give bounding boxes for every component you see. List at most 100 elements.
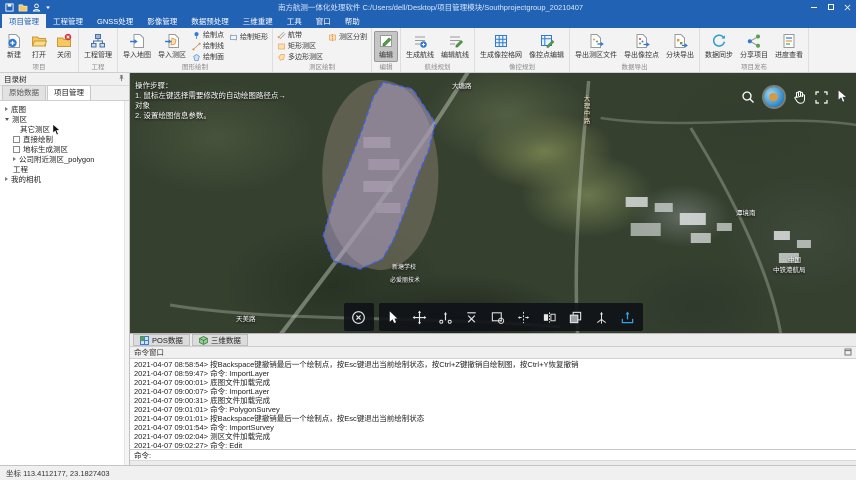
rect-survey-button[interactable]: 矩形测区 bbox=[275, 41, 325, 51]
tab-pos-data[interactable]: POS数据 bbox=[133, 334, 190, 346]
chevron-right-icon[interactable] bbox=[5, 177, 8, 181]
new-document-icon bbox=[6, 33, 22, 49]
tab-window[interactable]: 窗口 bbox=[309, 14, 338, 28]
tab-3d-reconstruction[interactable]: 三维重建 bbox=[236, 14, 280, 28]
draw-polygon-button[interactable]: 绘制面 bbox=[190, 52, 226, 62]
sidebar-tab-bar: 原始数据 项目管理 bbox=[0, 86, 129, 101]
import-map-icon bbox=[129, 33, 145, 49]
insert-vertex-button[interactable] bbox=[433, 304, 459, 330]
close-edit-toolbar-button[interactable] bbox=[346, 304, 372, 330]
tab-image-management[interactable]: 影像管理 bbox=[140, 14, 184, 28]
ribbon-group-survey-drawing: 航带 矩形测区 多边形测区 测区分割 bbox=[273, 28, 372, 72]
buildings bbox=[626, 197, 811, 263]
shape-settings-button[interactable] bbox=[485, 304, 511, 330]
dropdown-icon[interactable] bbox=[45, 5, 51, 10]
map-label-china: 中国 bbox=[788, 254, 801, 264]
data-sync-button[interactable]: 数据同步 bbox=[702, 31, 736, 62]
ribbon-group-publish: 数据同步 分享项目 进度查看 项目发布 bbox=[700, 28, 809, 72]
checkbox-unchecked[interactable] bbox=[13, 136, 20, 143]
sidebar-tab-raw-data[interactable]: 原始数据 bbox=[2, 85, 46, 100]
map-label-dali-middle-road: 大理中路 bbox=[580, 95, 590, 125]
globe-icon bbox=[764, 87, 784, 107]
close-folder-icon bbox=[56, 33, 72, 49]
import-map-button[interactable]: 导入地图 bbox=[120, 31, 154, 62]
export-tool-button[interactable] bbox=[615, 304, 641, 330]
draw-point-button[interactable]: 绘制点 bbox=[190, 30, 226, 40]
tab-3d-data[interactable]: 三维数据 bbox=[192, 334, 248, 346]
generate-route-button[interactable]: 生成航线 bbox=[403, 31, 437, 62]
tab-tools[interactable]: 工具 bbox=[280, 14, 309, 28]
globe-layers-button[interactable] bbox=[764, 87, 784, 107]
chevron-right-icon[interactable] bbox=[5, 107, 8, 111]
command-log[interactable]: 2021-04-07 08:58:54> 按Backspace键撤销最后一个绘制… bbox=[130, 359, 856, 449]
delete-vertex-button[interactable] bbox=[459, 304, 485, 330]
tab-help[interactable]: 帮助 bbox=[338, 14, 367, 28]
map-view[interactable]: 操作步骤： 1. 鼠标左键选择需要修改的自动绘图路径点→ 对象 2. 设置绘图信… bbox=[130, 73, 856, 333]
draw-line-button[interactable]: 绘制线 bbox=[190, 41, 226, 51]
generate-control-grid-button[interactable]: 生成像控格网 bbox=[477, 31, 525, 62]
tree-item-other-survey[interactable]: 其它测区 bbox=[0, 124, 124, 134]
tree-item-engineering[interactable]: 工程 bbox=[0, 164, 124, 174]
edit-pencil-icon bbox=[378, 33, 394, 49]
close-project-button[interactable]: 关闭 bbox=[52, 31, 76, 62]
flight-strip-button[interactable]: 航带 bbox=[275, 30, 325, 40]
float-panel-icon[interactable] bbox=[844, 348, 852, 358]
open-folder-icon bbox=[31, 33, 47, 49]
fullscreen-icon[interactable] bbox=[815, 91, 828, 104]
new-project-button[interactable]: 新建 bbox=[2, 31, 26, 62]
pin-icon[interactable] bbox=[118, 74, 125, 84]
tab-gnss-processing[interactable]: GNSS处理 bbox=[90, 14, 140, 28]
edit-route-button[interactable]: 编辑航线 bbox=[438, 31, 472, 62]
survey-split-button[interactable]: 测区分割 bbox=[326, 32, 369, 42]
coordinates-readout: 坐标 113.4112177, 23.1827403 bbox=[6, 468, 110, 479]
tab-data-preprocessing[interactable]: 数据预处理 bbox=[184, 14, 236, 28]
sidebar-tab-project-management[interactable]: 项目管理 bbox=[47, 85, 91, 100]
edit-button[interactable]: 编辑 bbox=[374, 31, 398, 62]
log-line: 2021-04-07 08:59:47> 命令: ImportLayer bbox=[134, 369, 852, 378]
elevate-tool-button[interactable] bbox=[589, 304, 615, 330]
import-survey-icon bbox=[164, 33, 180, 49]
polygon-survey-button[interactable]: 多边形测区 bbox=[275, 52, 325, 62]
tree-item-survey-areas[interactable]: 测区 bbox=[0, 114, 124, 124]
ribbon-group-route-planning: 生成航线 编辑航线 航线规划 bbox=[401, 28, 475, 72]
copy-tool-button[interactable] bbox=[563, 304, 589, 330]
cursor-arrow-icon bbox=[837, 89, 848, 105]
tree-item-landmark-survey[interactable]: 地标生成测区 bbox=[0, 144, 124, 154]
draw-rectangle-button[interactable]: 绘制矩形 bbox=[227, 32, 270, 42]
block-export-button[interactable]: 分块导出 bbox=[663, 31, 697, 62]
tree-item-direct-draw[interactable]: 直接绘制 bbox=[0, 134, 124, 144]
tab-engineering-management[interactable]: 工程管理 bbox=[46, 14, 90, 28]
close-button[interactable] bbox=[839, 0, 856, 14]
share-project-button[interactable]: 分享项目 bbox=[737, 31, 771, 62]
tab-project-management[interactable]: 项目管理 bbox=[2, 14, 46, 28]
minimize-button[interactable] bbox=[805, 0, 822, 14]
search-icon[interactable] bbox=[741, 90, 755, 104]
control-point-edit-button[interactable]: 像控点编辑 bbox=[526, 31, 567, 62]
split-tool-button[interactable] bbox=[511, 304, 537, 330]
open-project-button[interactable]: 打开 bbox=[27, 31, 51, 62]
export-survey-file-button[interactable]: 导出测区文件 bbox=[572, 31, 620, 62]
app-window: 南方航测一体化处理软件 C:/Users/dell/Desktop/项目管理模块… bbox=[0, 0, 856, 480]
sync-icon bbox=[711, 33, 727, 49]
user-icon[interactable] bbox=[32, 3, 41, 12]
checkbox-unchecked[interactable] bbox=[13, 146, 20, 153]
progress-view-button[interactable]: 进度查看 bbox=[772, 31, 806, 62]
open-folder-icon[interactable] bbox=[18, 3, 28, 12]
chevron-right-icon[interactable] bbox=[13, 157, 16, 161]
export-control-points-button[interactable]: 导出像控点 bbox=[621, 31, 662, 62]
tree-item-basemap[interactable]: 底图 bbox=[0, 104, 124, 114]
command-input-row[interactable]: 命令: bbox=[130, 449, 856, 460]
save-icon[interactable] bbox=[5, 3, 14, 12]
grid-edit-icon bbox=[539, 33, 555, 49]
sidebar-scrollbar[interactable] bbox=[124, 101, 129, 465]
import-survey-button[interactable]: 导入测区 bbox=[155, 31, 189, 62]
move-tool-button[interactable] bbox=[407, 304, 433, 330]
mirror-tool-button[interactable] bbox=[537, 304, 563, 330]
engineering-manage-button[interactable]: 工程管理 bbox=[81, 31, 115, 62]
tree-item-my-cameras[interactable]: 我的相机 bbox=[0, 174, 124, 184]
tree-item-company-polygon[interactable]: 公司附近测区_polygon bbox=[0, 154, 124, 164]
maximize-button[interactable] bbox=[822, 0, 839, 14]
pan-hand-icon[interactable] bbox=[793, 90, 806, 104]
chevron-down-icon[interactable] bbox=[5, 118, 9, 121]
select-tool-button[interactable] bbox=[381, 304, 407, 330]
